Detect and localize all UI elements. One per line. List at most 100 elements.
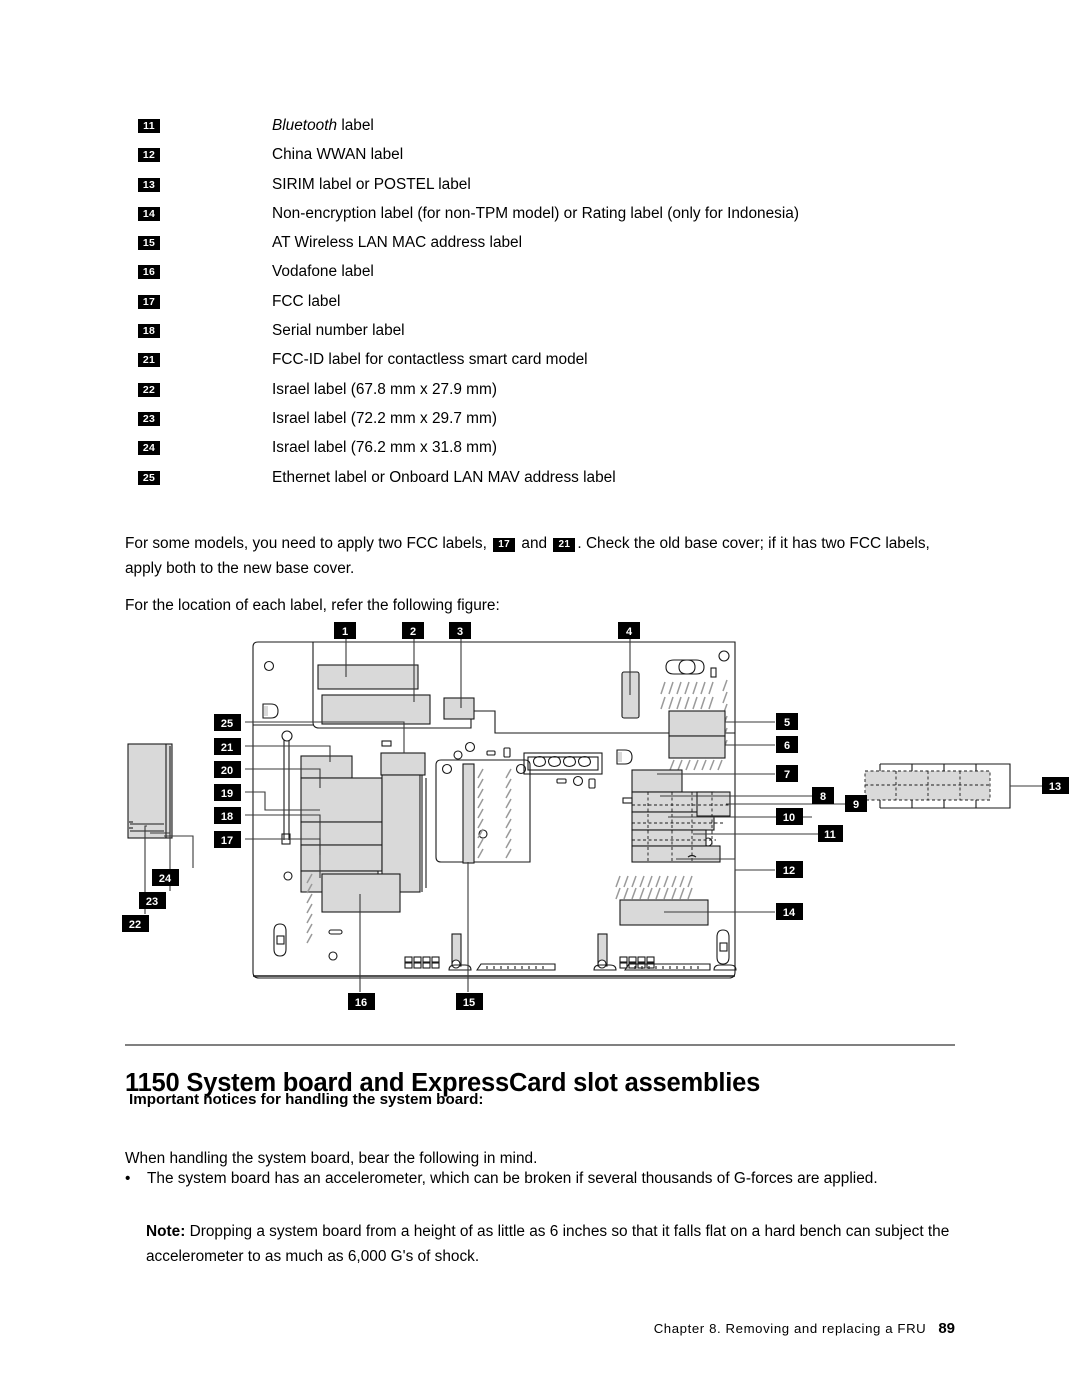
list-item: 23 Israel label (72.2 mm x 29.7 mm) [125, 405, 955, 434]
callout-number: 19 [221, 788, 233, 800]
callout-number: 15 [463, 997, 475, 1009]
figure-callout-14: 14 [776, 903, 803, 920]
bullet-list-item-accelerometer: • The system board has an accelerometer,… [125, 1166, 985, 1191]
component-16 [321, 873, 401, 913]
bullet-dot-icon: • [125, 1170, 131, 1187]
vent-hatch-center-a [477, 768, 484, 859]
bottom-left-components [273, 871, 401, 961]
inline-badge-21: 21 [553, 538, 576, 553]
callout-number: 1 [342, 626, 348, 638]
list-item: 11 Bluetooth label [125, 112, 955, 141]
label-item-text: AT Wireless LAN MAC address label [272, 234, 523, 252]
figure-leader-lines [144, 636, 1042, 992]
note-paragraph: Note: Dropping a system board from a hei… [146, 1219, 976, 1269]
label-sheet-detail-13 [864, 763, 1011, 809]
callout-number: 3 [457, 626, 463, 638]
figure-callout-9: 9 [845, 795, 867, 812]
memory-connector [462, 763, 475, 864]
callout-number: 18 [221, 811, 233, 823]
list-item: 12 China WWAN label [125, 141, 955, 170]
callout-number: 11 [824, 829, 836, 841]
figure-callout-8: 8 [812, 787, 834, 804]
footer-page-number: 89 [938, 1320, 955, 1337]
figure-callout-24: 24 [152, 869, 179, 886]
label-sheet-detail [127, 743, 173, 839]
label-item-text: Non-encryption label (for non-TPM model)… [272, 204, 799, 222]
label-badge: 22 [138, 382, 160, 397]
label-badge: 25 [138, 470, 160, 485]
callout-number: 6 [784, 740, 790, 752]
usb-connector [523, 749, 633, 775]
label-badge: 17 [138, 294, 160, 309]
callout-number: 4 [626, 626, 633, 638]
list-item: 24 Israel label (76.2 mm x 31.8 mm) [125, 434, 955, 463]
component-18 [300, 844, 383, 872]
label-item-text: China WWAN label [272, 146, 404, 164]
list-item: 14 Non-encryption label (for non-TPM mod… [125, 200, 955, 229]
figure-callout-23: 23 [139, 892, 166, 909]
callout-number: 13 [1049, 781, 1061, 793]
component-19 [300, 821, 383, 846]
callout-number: 7 [784, 769, 790, 781]
note-label: Note: [146, 1223, 186, 1241]
figure-callout-25: 25 [214, 714, 241, 731]
callout-number: 21 [221, 742, 233, 754]
callout-number: 23 [146, 896, 158, 908]
list-item: 25 Ethernet label or Onboard LAN MAV add… [125, 464, 955, 493]
label-badge: 11 [138, 119, 160, 133]
label-badge: 21 [138, 353, 160, 368]
top-left-components [262, 660, 475, 725]
label-badge: 24 [138, 441, 160, 456]
figure-callout-5: 5 [776, 713, 798, 730]
list-item: 13 SIRIM label or POSTEL label [125, 171, 955, 200]
callout-number: 12 [783, 865, 795, 877]
figure-callout-22: 22 [122, 915, 149, 932]
motherboard-diagram: .ln { stroke:#1a1a1a; stroke-width:1.1; … [122, 622, 1069, 1010]
label-item-text: Ethernet label or Onboard LAN MAV addres… [272, 468, 616, 486]
list-item: 15 AT Wireless LAN MAC address label [125, 229, 955, 258]
label-badge: 15 [138, 236, 160, 251]
expresscard-slot-assembly [622, 769, 731, 863]
vent-hatch-top [660, 681, 714, 710]
component-7 [631, 769, 683, 793]
callout-number: 2 [410, 626, 416, 638]
callout-number: 22 [129, 919, 141, 931]
label-item-text: Israel label (67.8 mm x 27.9 mm) [272, 380, 497, 398]
figure-callout-badges: 1 2 3 4 5 6 7 8 9 10 11 12 13 14 15 16 1… [122, 622, 1069, 1010]
label-badge: 12 [138, 148, 160, 163]
label-item-text: Israel label (76.2 mm x 31.8 mm) [272, 439, 497, 457]
figure-callout-6: 6 [776, 736, 798, 753]
label-badge: 23 [138, 411, 160, 426]
callout-number: 10 [783, 812, 795, 824]
label-item-text-suffix: label [337, 117, 374, 134]
figure-callout-19: 19 [214, 784, 241, 801]
component-5 [668, 710, 726, 737]
figure-callout-20: 20 [214, 761, 241, 778]
label-item-text: Vodafone label [272, 263, 374, 281]
footer-chapter-text: Chapter 8. Removing and replacing a FRU [653, 1321, 927, 1336]
vent-hatch-below-chip [669, 759, 723, 771]
label-badge: 16 [138, 265, 160, 280]
list-item: 17 FCC label [125, 288, 955, 317]
figure-callout-1: 1 [334, 622, 356, 639]
figure-callout-15: 15 [456, 993, 483, 1010]
component-21 [300, 755, 353, 779]
label-badge: 18 [138, 324, 160, 339]
callout-number: 20 [221, 765, 233, 777]
figure-callout-16: 16 [348, 993, 375, 1010]
figure-callout-11: 11 [818, 825, 843, 842]
label-item-text: FCC label [272, 292, 341, 310]
label-reference-list: 11 Bluetooth label 12 China WWAN label 1… [125, 112, 955, 493]
bluetooth-italic-term: Bluetooth [272, 117, 338, 134]
callout-number: 25 [221, 718, 233, 730]
figure-callout-10: 10 [776, 808, 803, 825]
figure-callout-7: 7 [776, 765, 798, 782]
left-stack-components [281, 730, 427, 893]
callout-number: 9 [853, 799, 859, 811]
label-item-text: FCC-ID label for contactless smart card … [272, 351, 588, 369]
center-bay [435, 750, 531, 864]
subsection-heading: Important notices for handling the syste… [129, 1091, 484, 1108]
callout-number: 24 [159, 873, 172, 885]
callout-number: 16 [355, 997, 367, 1009]
figure-callout-12: 12 [776, 861, 803, 878]
